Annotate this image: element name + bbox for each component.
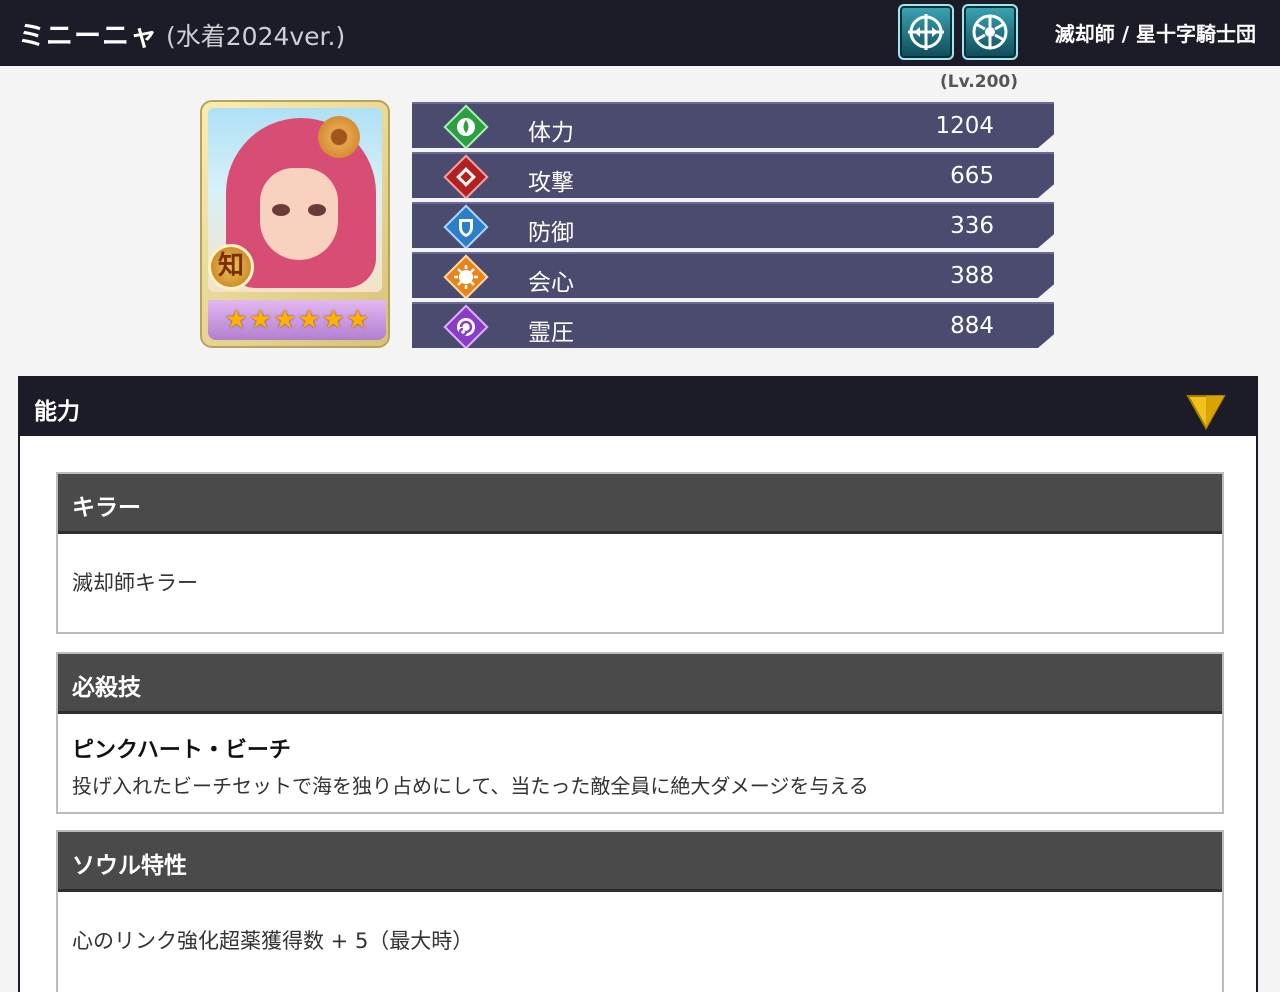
stat-label: 防御 xyxy=(528,220,574,246)
affiliation-label: 滅却師 / 星十字騎士団 xyxy=(1054,22,1256,46)
attack-diamond-icon xyxy=(443,154,489,198)
flower-hair-ornament xyxy=(318,116,360,158)
killer-text: 滅却師キラー xyxy=(72,571,198,595)
header-bar: ミニーニャ (水着2024ver.) 滅却師 / 星十字騎士団 xyxy=(0,0,1280,66)
stat-row-defense: 防御 336 xyxy=(412,202,1054,248)
stat-row-hp: 体力 1204 xyxy=(412,102,1054,148)
star-icon: ★ xyxy=(346,305,370,335)
box-title: ソウル特性 xyxy=(72,853,187,879)
star-icon: ★ xyxy=(224,305,248,335)
spiral-icon xyxy=(443,304,489,348)
collapse-triangle-icon[interactable] xyxy=(1186,394,1226,430)
soul-trait-box: ソウル特性 心のリンク強化超薬獲得数 + 5（最大時） xyxy=(56,830,1224,992)
character-name: ミニーニャ (水着2024ver.) xyxy=(18,14,345,53)
box-title: キラー xyxy=(72,495,141,521)
attribute-badge: 知 xyxy=(208,244,254,290)
stat-value: 1204 xyxy=(935,113,994,139)
stat-value: 665 xyxy=(950,163,994,189)
wheel-icon[interactable] xyxy=(962,4,1018,60)
killer-box: キラー 滅却師キラー xyxy=(56,472,1224,634)
water-drop-icon xyxy=(443,104,489,148)
stat-label: 攻撃 xyxy=(528,170,574,196)
character-card[interactable]: 知 ★ ★ ★ ★ ★ ★ xyxy=(200,100,390,348)
stat-row-reiatsu: 霊圧 884 xyxy=(412,302,1054,348)
special-skill-box: 必殺技 ピンクハート・ビーチ 投げ入れたビーチセットで海を独り占めにして、当たっ… xyxy=(56,652,1224,814)
stat-value: 388 xyxy=(950,263,994,289)
sun-icon xyxy=(443,254,489,298)
star-icon: ★ xyxy=(321,305,346,335)
character-name-text: ミニーニャ xyxy=(18,21,158,52)
stat-row-critical: 会心 388 xyxy=(412,252,1054,298)
star-icon: ★ xyxy=(273,305,297,335)
shield-icon xyxy=(443,204,489,248)
stat-value: 336 xyxy=(950,213,994,239)
stat-label: 体力 xyxy=(528,120,574,146)
ability-section: 能力 キラー 滅却師キラー 必殺技 ピンクハート・ビーチ 投げ入れたビーチセット… xyxy=(18,376,1258,992)
ability-section-header[interactable]: 能力 xyxy=(20,378,1256,436)
rarity-stars: ★ ★ ★ ★ ★ ★ xyxy=(208,300,386,340)
skill-description: 投げ入れたビーチセットで海を独り占めにして、当たった敵全員に絶大ダメージを与える xyxy=(72,774,869,798)
stat-label: 霊圧 xyxy=(528,320,574,346)
skill-name: ピンクハート・ビーチ xyxy=(72,738,291,763)
section-title: 能力 xyxy=(34,399,80,425)
star-icon: ★ xyxy=(297,305,321,335)
soul-trait-text: 心のリンク強化超薬獲得数 + 5（最大時） xyxy=(72,929,474,953)
level-label: (Lv.200) xyxy=(940,72,1019,92)
stat-value: 884 xyxy=(950,313,994,339)
stat-label: 会心 xyxy=(528,270,574,296)
box-title: 必殺技 xyxy=(72,675,141,701)
star-icon: ★ xyxy=(248,305,273,335)
stat-row-attack: 攻撃 665 xyxy=(412,152,1054,198)
character-version: (水着2024ver.) xyxy=(166,22,346,51)
crosshair-icon[interactable] xyxy=(898,4,954,60)
